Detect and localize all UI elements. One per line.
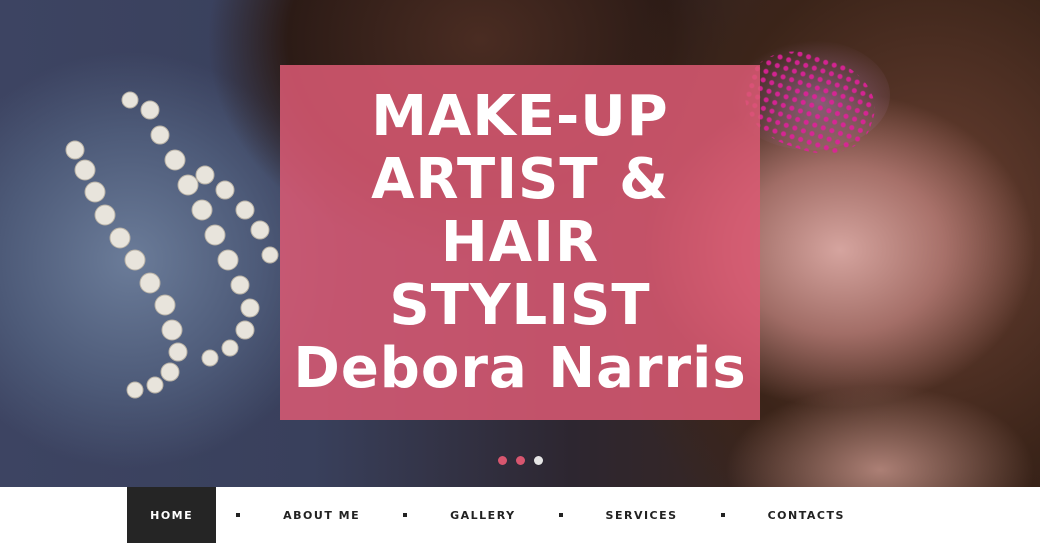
hero-title-line-5: Debora Narris xyxy=(293,336,747,401)
nav-separator xyxy=(236,513,241,517)
hero-title-box: MAKE-UP ARTIST & HAIR STYLIST Debora Nar… xyxy=(280,65,760,420)
hero-title-line-1: MAKE-UP xyxy=(371,84,669,149)
main-navigation: HOME ABOUT ME GALLERY SERVICES CONTACTS xyxy=(0,487,1040,543)
nav-item-contacts[interactable]: CONTACTS xyxy=(745,487,868,543)
hero-title-line-4: STYLIST xyxy=(389,273,651,338)
nav-item-about-me[interactable]: ABOUT ME xyxy=(260,487,383,543)
hero-title-line-3: HAIR xyxy=(440,210,600,275)
nav-item-gallery[interactable]: GALLERY xyxy=(427,487,538,543)
nav-item-home[interactable]: HOME xyxy=(127,487,217,543)
slider-dot-2[interactable] xyxy=(516,456,525,465)
hero-slider: MAKE-UP ARTIST & HAIR STYLIST Debora Nar… xyxy=(0,0,1040,487)
nav-separator xyxy=(720,513,725,517)
slider-pagination xyxy=(498,456,543,465)
slider-dot-3[interactable] xyxy=(534,456,543,465)
pearl-bracelet-image xyxy=(65,91,279,399)
nav-separator xyxy=(403,513,408,517)
nav-separator xyxy=(558,513,563,517)
slider-dot-1[interactable] xyxy=(498,456,507,465)
hero-title-line-2: ARTIST & xyxy=(371,147,669,212)
nav-item-services[interactable]: SERVICES xyxy=(583,487,701,543)
